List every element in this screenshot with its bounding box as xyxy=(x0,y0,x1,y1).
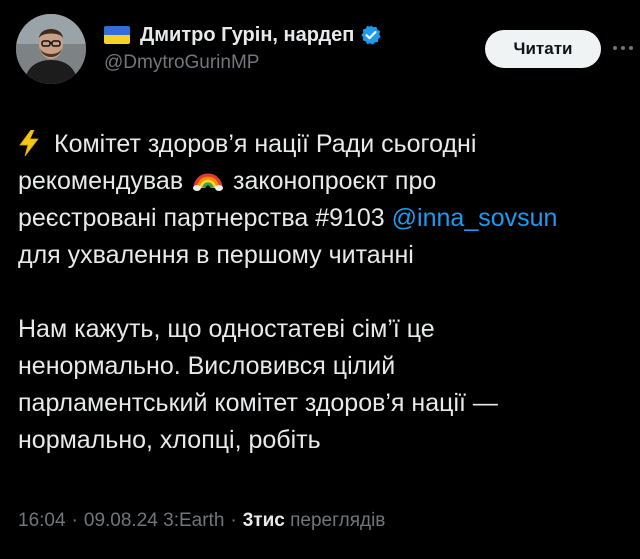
tweet-line: Комітет здоров’я нації Ради сьогодні xyxy=(18,126,624,163)
ukraine-flag-icon xyxy=(104,26,130,44)
meta-separator: · xyxy=(230,510,237,531)
tweet-text: Комітет здоров’я нації Ради сьогодні рек… xyxy=(18,126,624,459)
tweet-line: парламентський комітет здоров’я нації — xyxy=(18,389,498,417)
tweet-date[interactable]: 09.08.24 xyxy=(84,510,158,531)
meta-separator: · xyxy=(71,510,78,531)
tweet-text-segment: рекомендував xyxy=(18,167,184,195)
tweet-source: 3:Earth xyxy=(163,510,225,531)
tweet-text-segment: Комітет здоров’я нації Ради сьогодні xyxy=(54,130,477,158)
tweet-metadata: 16:04 · 09.08.24 3:Earth · 3тис переглядів xyxy=(18,510,385,532)
views-count[interactable]: 3тис xyxy=(243,510,285,531)
tweet-paragraph-1: Комітет здоров’я нації Ради сьогодні рек… xyxy=(18,126,624,274)
tweet-time[interactable]: 16:04 xyxy=(18,510,66,531)
tweet-line: рекомендував законопроєкт про xyxy=(18,163,624,200)
more-options-icon[interactable] xyxy=(610,38,636,58)
tweet-line: ненормально. Висловився цілий xyxy=(18,352,396,380)
author-display-name[interactable]: Дмитро Гурін, нардеп xyxy=(140,24,354,47)
tweet-header: Дмитро Гурін, нардеп @DmytroGurinMP Чита… xyxy=(16,14,633,86)
tweet-line: Нам кажуть, що одностатеві сім’ї це xyxy=(18,315,435,343)
tweet-text-segment: реєстровані партнерства #9103 xyxy=(18,204,385,232)
tweet-line: нормально, хлопці, робіть xyxy=(18,426,321,454)
views-label: переглядів xyxy=(290,510,386,531)
author-handle[interactable]: @DmytroGurinMP xyxy=(104,52,259,74)
tweet-line: для ухвалення в першому читанні xyxy=(18,241,414,269)
follow-button[interactable]: Читати xyxy=(485,30,601,68)
tweet-paragraph-2: Нам кажуть, що одностатеві сім’ї це нено… xyxy=(18,311,624,459)
author-name-row: Дмитро Гурін, нардеп xyxy=(104,20,382,50)
lightning-bolt-icon xyxy=(18,130,40,156)
avatar[interactable] xyxy=(16,14,86,84)
mention-link[interactable]: @inna_sovsun xyxy=(392,204,558,232)
profile-photo-avatar xyxy=(16,14,86,84)
verified-badge-icon[interactable] xyxy=(360,24,382,46)
tweet-line: реєстровані партнерства #9103 @inna_sovs… xyxy=(18,200,624,237)
rainbow-icon xyxy=(192,166,224,192)
tweet-text-segment: законопроєкт про xyxy=(233,167,437,195)
